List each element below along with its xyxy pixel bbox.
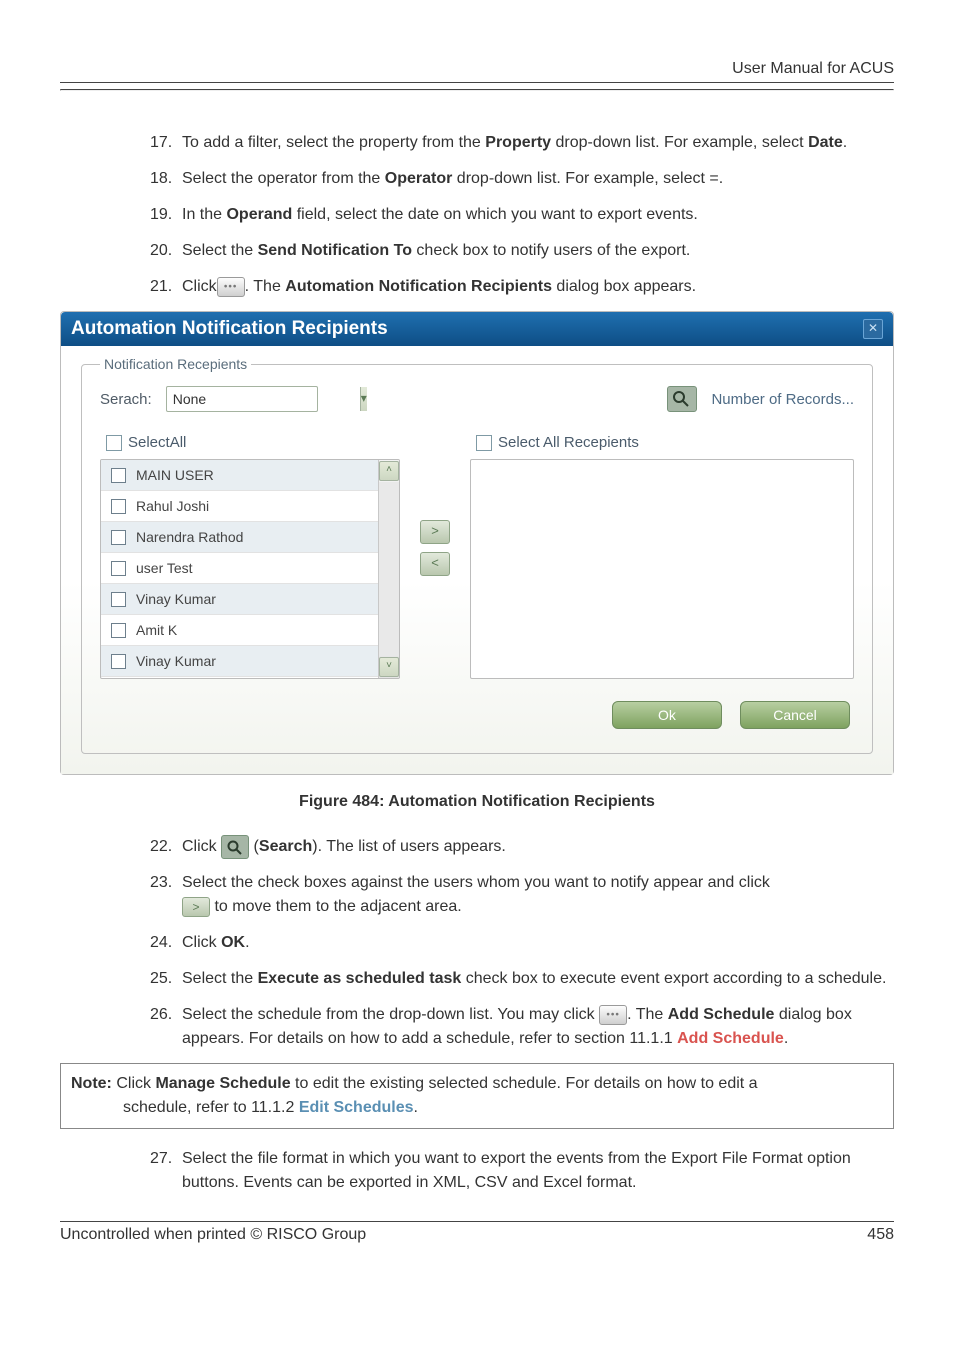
- cross-ref-link[interactable]: Add Schedule: [677, 1030, 784, 1047]
- step-number: 21.: [150, 275, 172, 299]
- cancel-button[interactable]: Cancel: [740, 701, 850, 729]
- note-text-1: Click: [112, 1075, 156, 1092]
- number-of-records-link[interactable]: Number of Records...: [711, 391, 854, 408]
- step-number: 19.: [150, 203, 172, 227]
- user-checkbox[interactable]: [111, 623, 126, 638]
- step-item: 22.Click (Search). The list of users app…: [150, 835, 894, 859]
- search-label: Serach:: [100, 391, 152, 408]
- note-text-1b: to edit the existing selected schedule. …: [291, 1075, 758, 1092]
- step-item: 26.Select the schedule from the drop-dow…: [150, 1003, 894, 1051]
- step-number: 24.: [150, 931, 172, 955]
- dialog-title: Automation Notification Recipients: [71, 318, 388, 340]
- step-number: 25.: [150, 967, 172, 991]
- note-text-2b: .: [414, 1099, 418, 1116]
- footer-left: Uncontrolled when printed © RISCO Group: [60, 1226, 366, 1244]
- note-manage-schedule: Manage Schedule: [155, 1075, 290, 1092]
- user-name: Vinay Kumar: [136, 653, 216, 669]
- step-item: 18.Select the operator from the Operator…: [150, 167, 894, 191]
- list-item[interactable]: Narendra Rathod: [101, 522, 379, 553]
- header-underline: [60, 89, 894, 91]
- user-name: Narendra Rathod: [136, 529, 243, 545]
- fieldset-legend: Notification Recepients: [100, 356, 251, 372]
- user-name: Vinay Kumar: [136, 591, 216, 607]
- user-checkbox[interactable]: [111, 592, 126, 607]
- user-checkbox[interactable]: [111, 468, 126, 483]
- select-all-recipients-checkbox[interactable]: [476, 435, 492, 451]
- chevron-down-icon[interactable]: ▾: [360, 387, 367, 411]
- scroll-down-icon[interactable]: ˅: [379, 657, 399, 677]
- search-icon[interactable]: [221, 835, 249, 859]
- recipients-dialog: Automation Notification Recipients ✕ Not…: [60, 311, 894, 775]
- edit-schedules-link[interactable]: Edit Schedules: [299, 1099, 414, 1116]
- scroll-up-icon[interactable]: ˄: [379, 461, 399, 481]
- list-item[interactable]: Amit K: [101, 615, 379, 646]
- step-number: 22.: [150, 835, 172, 859]
- list-item[interactable]: user Test: [101, 553, 379, 584]
- user-checkbox[interactable]: [111, 499, 126, 514]
- user-name: Rahul Joshi: [136, 498, 209, 514]
- user-name: user Test: [136, 560, 193, 576]
- step-item: 23.Select the check boxes against the us…: [150, 871, 894, 919]
- step-number: 26.: [150, 1003, 172, 1027]
- step-number: 20.: [150, 239, 172, 263]
- search-icon[interactable]: [667, 386, 697, 412]
- step-item: 21.Click•••. The Automation Notification…: [150, 275, 894, 299]
- user-checkbox[interactable]: [111, 561, 126, 576]
- move-left-button[interactable]: <: [420, 552, 450, 576]
- ellipsis-icon[interactable]: •••: [599, 1005, 627, 1025]
- select-all-label: SelectAll: [128, 434, 186, 451]
- step-item: 24.Click OK.: [150, 931, 894, 955]
- figure-caption: Figure 484: Automation Notification Reci…: [60, 793, 894, 811]
- step-item: 25.Select the Execute as scheduled task …: [150, 967, 894, 991]
- list-item[interactable]: Vinay Kumar: [101, 646, 379, 677]
- search-input[interactable]: [167, 388, 360, 410]
- note-text-2a: schedule, refer to 11.1.2: [123, 1099, 299, 1116]
- chevron-right-icon[interactable]: >: [182, 897, 210, 917]
- scrollbar[interactable]: ˄ ˅: [378, 460, 399, 678]
- steps-list-a: 17.To add a filter, select the property …: [150, 131, 894, 299]
- list-item[interactable]: Rahul Joshi: [101, 491, 379, 522]
- list-item[interactable]: MAIN USER: [101, 460, 379, 491]
- ok-button[interactable]: Ok: [612, 701, 722, 729]
- user-name: MAIN USER: [136, 467, 214, 483]
- note-box: Note: Click Manage Schedule to edit the …: [60, 1063, 894, 1129]
- step-number: 23.: [150, 871, 172, 895]
- step-number: 17.: [150, 131, 172, 155]
- note-prefix: Note:: [71, 1075, 112, 1092]
- steps-list-c: 27.Select the file format in which you w…: [150, 1147, 894, 1195]
- select-all-recipients-label: Select All Recepients: [498, 434, 639, 451]
- step-number: 27.: [150, 1147, 172, 1171]
- search-dropdown[interactable]: ▾: [166, 386, 318, 412]
- step-item: 27.Select the file format in which you w…: [150, 1147, 894, 1195]
- close-icon[interactable]: ✕: [863, 319, 883, 339]
- list-item[interactable]: Vinay Kumar: [101, 584, 379, 615]
- available-users-list: MAIN USER Rahul Joshi Narendra Rathod user …: [100, 459, 400, 679]
- step-item: 17.To add a filter, select the property …: [150, 131, 894, 155]
- step-item: 19.In the Operand field, select the date…: [150, 203, 894, 227]
- header-title: User Manual for ACUS: [60, 60, 894, 82]
- selected-recipients-list: [470, 459, 854, 679]
- user-checkbox[interactable]: [111, 530, 126, 545]
- user-name: Amit K: [136, 622, 177, 638]
- select-all-checkbox[interactable]: [106, 435, 122, 451]
- move-right-button[interactable]: >: [420, 520, 450, 544]
- user-checkbox[interactable]: [111, 654, 126, 669]
- ellipsis-icon[interactable]: •••: [217, 277, 245, 297]
- step-item: 20.Select the Send Notification To check…: [150, 239, 894, 263]
- page-number: 458: [867, 1226, 894, 1244]
- steps-list-b: 22.Click (Search). The list of users app…: [150, 835, 894, 1051]
- step-number: 18.: [150, 167, 172, 191]
